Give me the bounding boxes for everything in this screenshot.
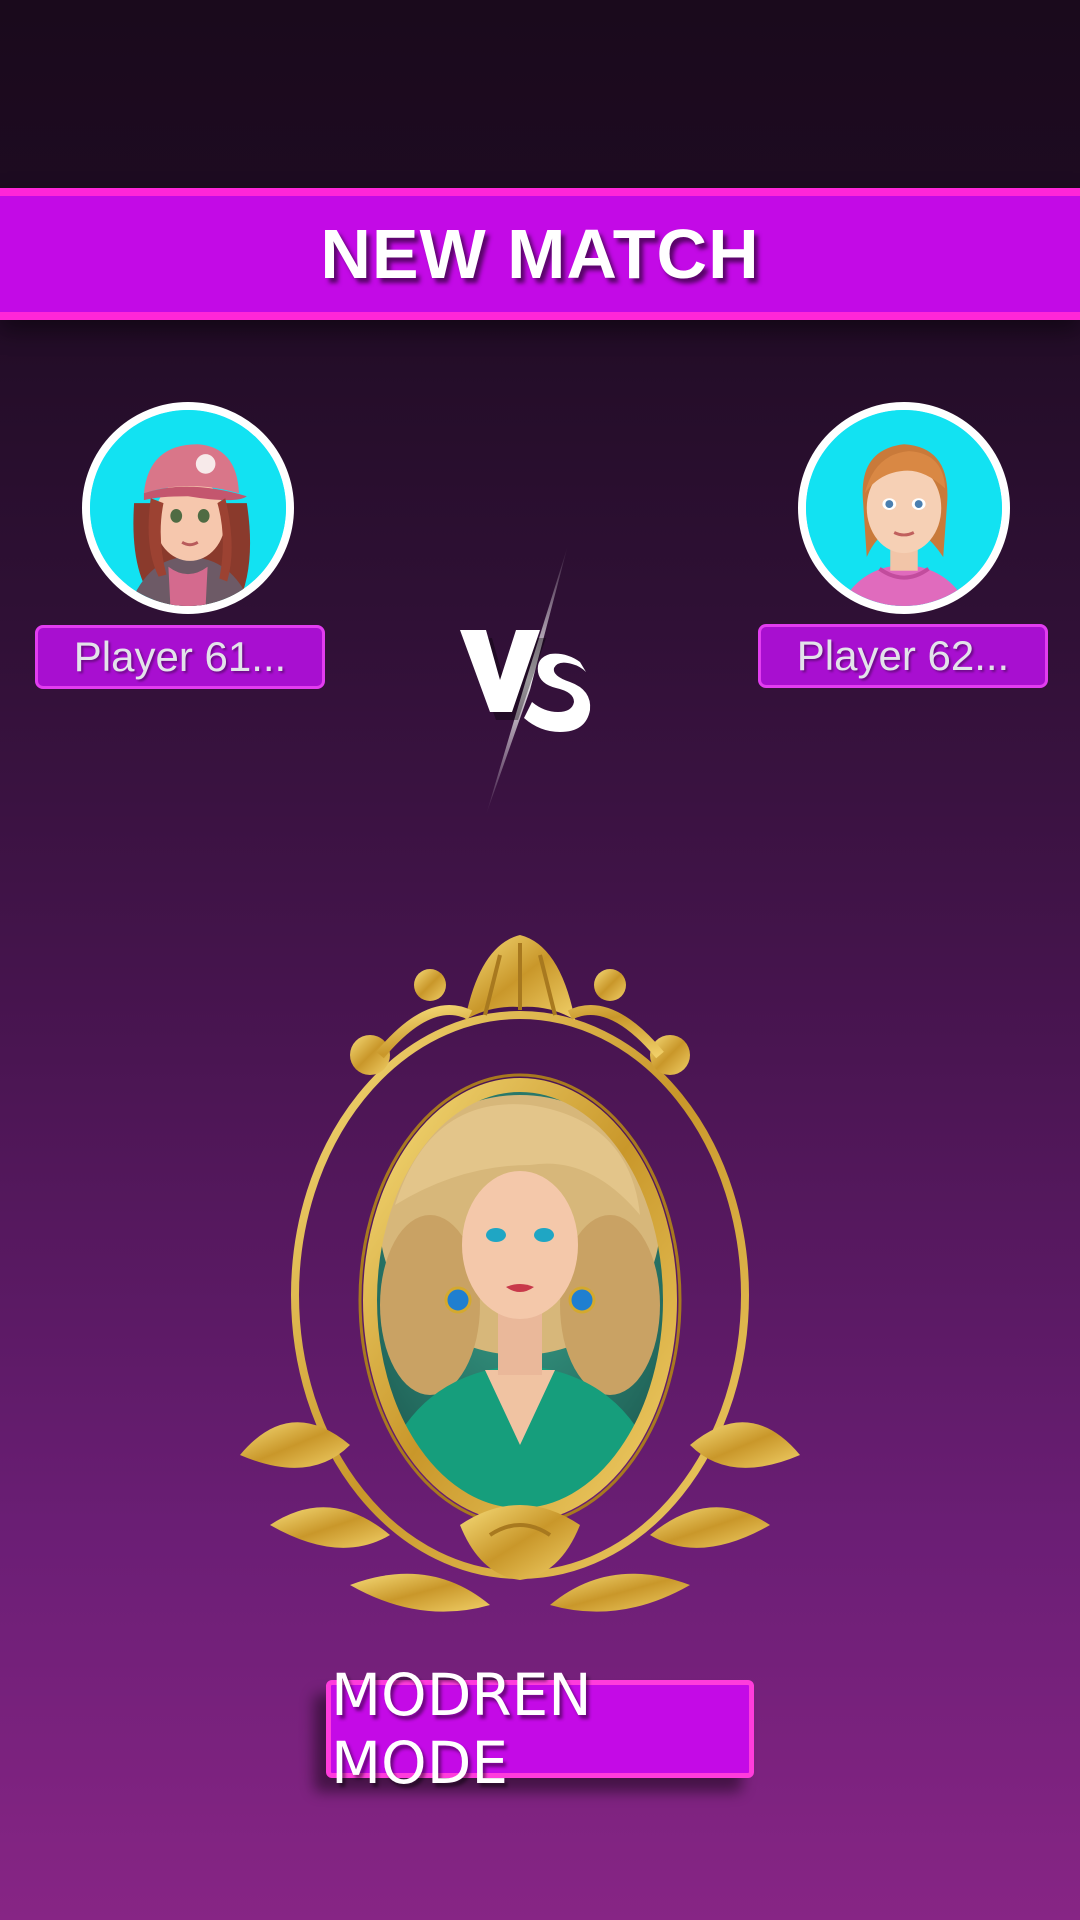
player-2-name-tag: Player 62... <box>758 624 1048 688</box>
page-title: NEW MATCH <box>320 215 760 293</box>
ornate-mirror-portrait-icon <box>240 935 800 1612</box>
modren-mode-button[interactable]: MODREN MODE <box>326 1661 754 1797</box>
title-banner: NEW MATCH <box>0 188 1080 320</box>
player-1-name-tag: Player 61... <box>35 625 325 689</box>
player-1-name: Player 61... <box>73 633 287 680</box>
girl-ginger-avatar-icon <box>806 410 1002 606</box>
player-2-avatar <box>798 402 1010 614</box>
mode-button-label: MODREN MODE <box>331 1661 592 1797</box>
vs-icon <box>460 545 591 815</box>
portrait-frame <box>230 925 810 1635</box>
player-1-avatar <box>82 402 294 614</box>
girl-cap-avatar-icon <box>90 410 286 606</box>
player-2-name: Player 62... <box>796 632 1010 679</box>
vs-emblem <box>440 540 600 820</box>
